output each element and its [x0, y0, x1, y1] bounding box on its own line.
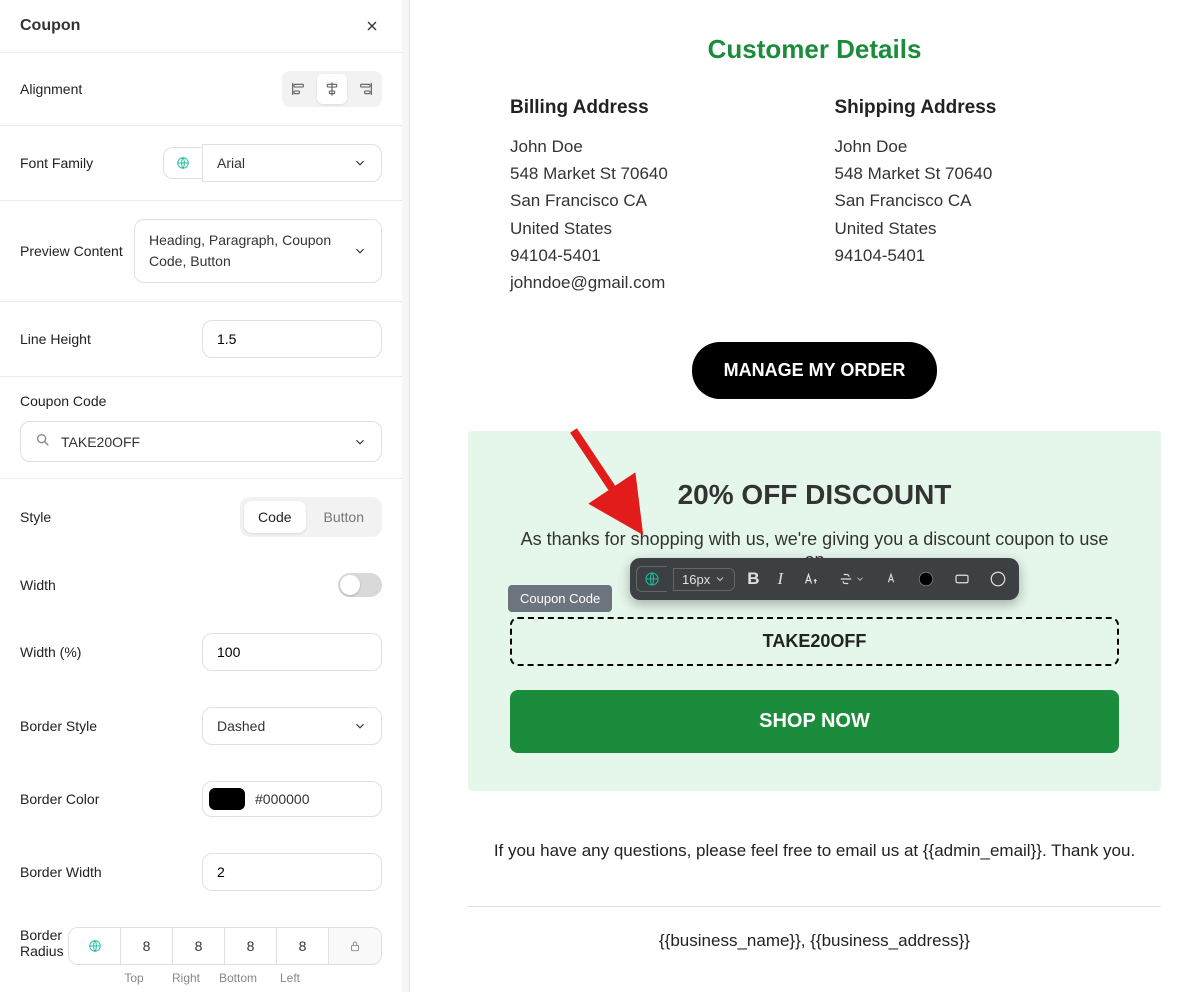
style-code-button[interactable]: Code [244, 501, 305, 533]
font-size-select[interactable]: 16px [673, 568, 735, 591]
billing-column: Billing Address John Doe 548 Market St 7… [510, 97, 795, 296]
settings-sidebar: Coupon Alignment Font Family Arial [0, 0, 410, 992]
section-title: Customer Details [468, 34, 1161, 65]
panel-header: Coupon [0, 0, 402, 53]
search-icon [35, 432, 51, 451]
globe-icon[interactable] [636, 566, 667, 592]
coupon-code-section: Coupon Code TAKE20OFF [0, 377, 402, 479]
font-family-row: Font Family Arial [0, 126, 402, 201]
chevron-down-icon [353, 156, 367, 170]
case-icon[interactable] [795, 566, 825, 592]
align-right-button[interactable] [349, 74, 379, 104]
preview-content-label: Preview Content [20, 243, 123, 259]
preview-content-row: Preview Content Heading, Paragraph, Coup… [0, 201, 402, 302]
width-pct-label: Width (%) [20, 644, 81, 660]
width-pct-row: Width (%) [0, 615, 402, 689]
globe-icon[interactable] [69, 928, 121, 964]
border-radius-row: Border Radius 8 8 8 8 Top Right Bottom L… [0, 909, 402, 992]
format-toolbar: 16px B I [630, 558, 1019, 600]
border-radius-label: Border Radius [20, 927, 68, 959]
border-style-label: Border Style [20, 718, 97, 734]
chevron-down-icon [353, 244, 367, 258]
border-width-label: Border Width [20, 864, 102, 880]
close-icon[interactable] [362, 16, 382, 36]
bg-color-swatch[interactable] [983, 566, 1013, 592]
lock-icon[interactable] [329, 928, 381, 964]
text-color-icon[interactable] [877, 567, 905, 591]
border-style-select[interactable]: Dashed [202, 707, 382, 745]
style-segment: Code Button [240, 497, 382, 537]
align-left-button[interactable] [285, 74, 315, 104]
coupon-tag-label: Coupon Code [508, 585, 612, 612]
style-row: Style Code Button [0, 479, 402, 555]
discount-title: 20% OFF DISCOUNT [510, 479, 1119, 511]
width-label: Width [20, 577, 56, 593]
strikethrough-icon[interactable] [831, 566, 871, 592]
width-toggle[interactable] [338, 573, 382, 597]
align-center-button[interactable] [317, 74, 347, 104]
line-height-row: Line Height [0, 302, 402, 377]
border-color-row: Border Color #000000 [0, 763, 402, 835]
width-pct-input[interactable] [202, 633, 382, 671]
border-width-input[interactable] [202, 853, 382, 891]
shipping-heading: Shipping Address [835, 97, 1120, 119]
style-button-button[interactable]: Button [310, 501, 378, 533]
address-columns: Billing Address John Doe 548 Market St 7… [468, 97, 1161, 296]
color-swatch [209, 788, 245, 810]
style-label: Style [20, 509, 51, 525]
line-height-input[interactable] [202, 320, 382, 358]
footer-business: {{business_name}}, {{business_address}} [468, 931, 1161, 951]
border-style-row: Border Style Dashed [0, 689, 402, 763]
bg-color-icon[interactable] [947, 566, 977, 592]
line-height-label: Line Height [20, 331, 91, 347]
panel-title: Coupon [20, 17, 80, 35]
preview-canvas: Customer Details Billing Address John Do… [440, 0, 1189, 992]
alignment-row: Alignment [0, 53, 402, 126]
border-color-input[interactable]: #000000 [202, 781, 382, 817]
border-radius-group: 8 8 8 8 [68, 927, 382, 965]
preview-content-select[interactable]: Heading, Paragraph, Coupon Code, Button [134, 219, 382, 283]
shipping-column: Shipping Address John Doe 548 Market St … [835, 97, 1120, 296]
coupon-code-box[interactable]: TAKE20OFF [510, 617, 1119, 666]
discount-section: 20% OFF DISCOUNT As thanks for shopping … [468, 431, 1161, 791]
globe-icon[interactable] [163, 147, 202, 179]
radius-right-input[interactable]: 8 [173, 928, 225, 964]
manage-order-button[interactable]: MANAGE MY ORDER [692, 342, 938, 399]
text-color-swatch[interactable] [911, 566, 941, 592]
coupon-code-label: Coupon Code [20, 393, 382, 409]
border-width-row: Border Width [0, 835, 402, 909]
radius-left-input[interactable]: 8 [277, 928, 329, 964]
footer-divider [468, 906, 1161, 907]
alignment-group [282, 71, 382, 107]
footer-text: If you have any questions, please feel f… [468, 837, 1161, 864]
italic-icon[interactable]: I [771, 565, 789, 593]
border-color-label: Border Color [20, 791, 99, 807]
font-family-select[interactable]: Arial [202, 144, 382, 182]
radius-top-input[interactable]: 8 [121, 928, 173, 964]
alignment-label: Alignment [20, 81, 82, 97]
width-toggle-row: Width [0, 555, 402, 615]
bold-icon[interactable]: B [741, 565, 765, 593]
chevron-down-icon [353, 435, 367, 449]
shop-now-button[interactable]: SHOP NOW [510, 690, 1119, 753]
chevron-down-icon [353, 719, 367, 733]
font-family-label: Font Family [20, 155, 93, 171]
radius-bottom-input[interactable]: 8 [225, 928, 277, 964]
coupon-code-select[interactable]: TAKE20OFF [20, 421, 382, 462]
coupon-wrap: Coupon Code TAKE20OFF [510, 617, 1119, 666]
billing-heading: Billing Address [510, 97, 795, 119]
